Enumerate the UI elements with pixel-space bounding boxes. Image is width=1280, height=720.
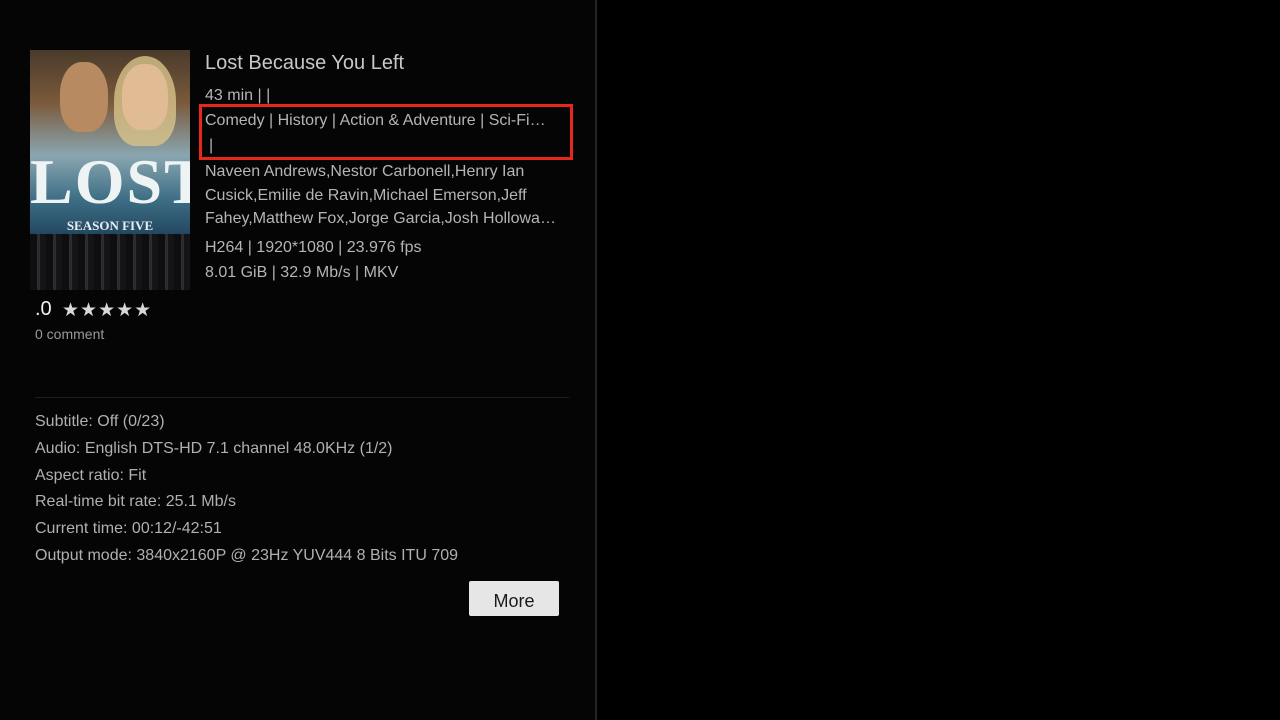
- audio-info: Audio: English DTS-HD 7.1 channel 48.0KH…: [35, 440, 393, 457]
- output-mode-info: Output mode: 3840x2160P @ 23Hz YUV444 8 …: [35, 547, 459, 564]
- file-info: 8.01 GiB | 32.9 Mb/s | MKV: [205, 264, 399, 281]
- video-info: H264 | 1920*1080 | 23.976 fps: [205, 239, 422, 256]
- duration-line: 43 min | |: [205, 87, 271, 104]
- section-divider: [35, 397, 569, 398]
- rating-score: .0: [35, 298, 52, 320]
- episode-title: Lost Because You Left: [205, 52, 405, 74]
- poster-image: LOST SEASON FIVE: [30, 50, 190, 290]
- poster-season: SEASON FIVE: [66, 218, 154, 233]
- genre-highlight-box: [199, 104, 573, 160]
- comment-count: 0 comment: [35, 326, 105, 342]
- cast-list: Naveen Andrews,Nestor Carbonell,Henry Ia…: [205, 163, 556, 227]
- aspect-ratio-info: Aspect ratio: Fit: [35, 467, 147, 484]
- current-time-info: Current time: 00:12/-42:51: [35, 520, 222, 537]
- more-button[interactable]: More: [469, 581, 559, 616]
- poster-logo: LOST: [30, 146, 190, 217]
- bitrate-info: Real-time bit rate: 25.1 Mb/s: [35, 493, 236, 510]
- panel-divider: [595, 0, 597, 720]
- rating-stars: ★★★★★: [62, 300, 153, 321]
- subtitle-info: Subtitle: Off (0/23): [35, 413, 165, 430]
